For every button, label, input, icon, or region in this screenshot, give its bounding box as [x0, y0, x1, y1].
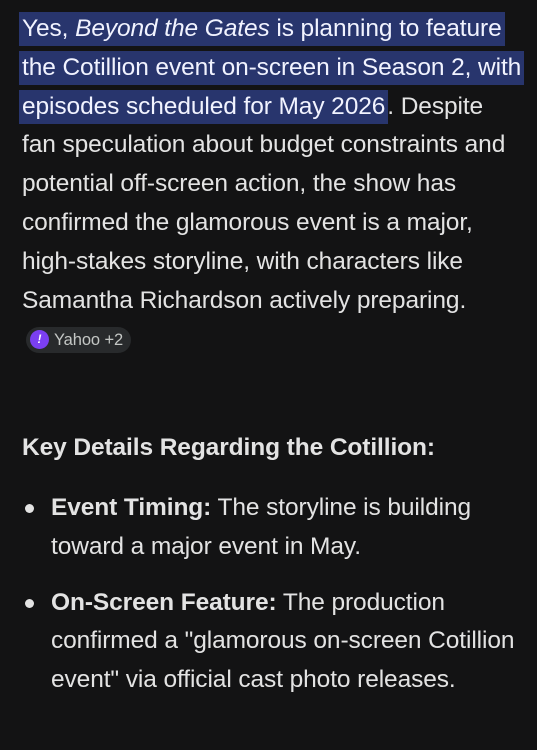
- ai-answer: Yes, Beyond the Gates is planning to fea…: [19, 10, 525, 693]
- bullet-icon: [25, 598, 34, 608]
- section-heading: Key Details Regarding the Cotillion:: [22, 434, 435, 461]
- answer-paragraph: Yes, Beyond the Gates is planning to fea…: [19, 10, 525, 359]
- yahoo-icon: !: [30, 330, 49, 350]
- details-list: Event Timing: The storyline is building …: [22, 489, 522, 717]
- detail-title: On-Screen Feature:: [51, 588, 277, 616]
- list-item: On-Screen Feature: The production confir…: [22, 584, 522, 700]
- show-title: Beyond the Gates: [75, 15, 270, 42]
- source-chip-label: Yahoo +2: [54, 330, 124, 349]
- bullet-icon: [25, 504, 34, 513]
- detail-title: Event Timing:: [51, 494, 212, 521]
- list-item: Event Timing: The storyline is building …: [22, 489, 522, 567]
- highlight-prefix: Yes,: [22, 15, 76, 42]
- answer-body: . Despite fan speculation about budget c…: [22, 92, 506, 314]
- source-chip[interactable]: ! Yahoo +2: [26, 326, 132, 353]
